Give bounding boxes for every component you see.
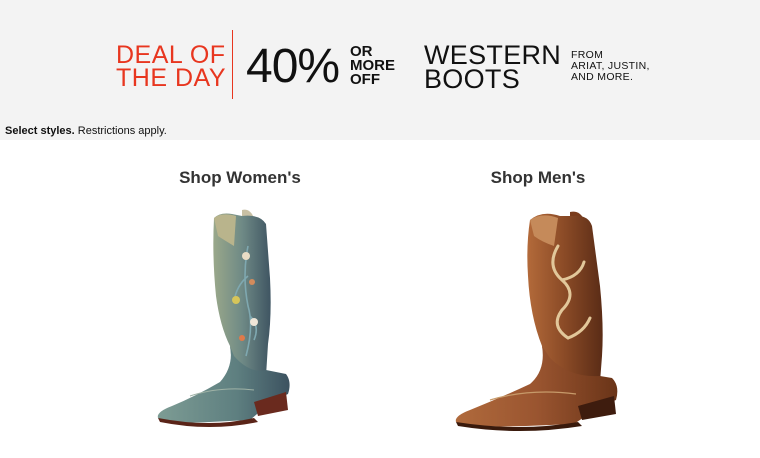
womens-shaft [213, 213, 271, 382]
womens-boot-image[interactable] [150, 206, 300, 436]
discount-percent: 40% [246, 40, 340, 93]
or-more-off: OR MORE OFF [350, 44, 395, 88]
western-boots-heading: WESTERN BOOTS [424, 42, 561, 94]
banner-divider [232, 30, 233, 99]
restrictions-note: Select styles. Restrictions apply. [5, 125, 167, 137]
restrictions-text: Restrictions apply. [77, 125, 167, 137]
shop-womens-link[interactable]: Shop Women's [140, 168, 340, 188]
shop-mens-link[interactable]: Shop Men's [438, 168, 638, 188]
mens-boot-image[interactable] [450, 206, 630, 436]
brands-note: FROM ARIAT, JUSTIN, AND MORE. [571, 50, 650, 83]
boots-text: BOOTS [424, 64, 521, 94]
deal-banner[interactable]: DEAL OF THE DAY 40% OR MORE OFF WESTERN … [0, 0, 760, 140]
from-line-3: AND MORE. [571, 71, 634, 83]
mens-shaft [527, 213, 603, 386]
deal-line-2: THE DAY [116, 64, 226, 92]
off-text: OFF [350, 71, 380, 88]
deal-of-the-day-label: DEAL OF THE DAY [116, 43, 226, 92]
restrictions-bold: Select styles. [5, 125, 75, 137]
